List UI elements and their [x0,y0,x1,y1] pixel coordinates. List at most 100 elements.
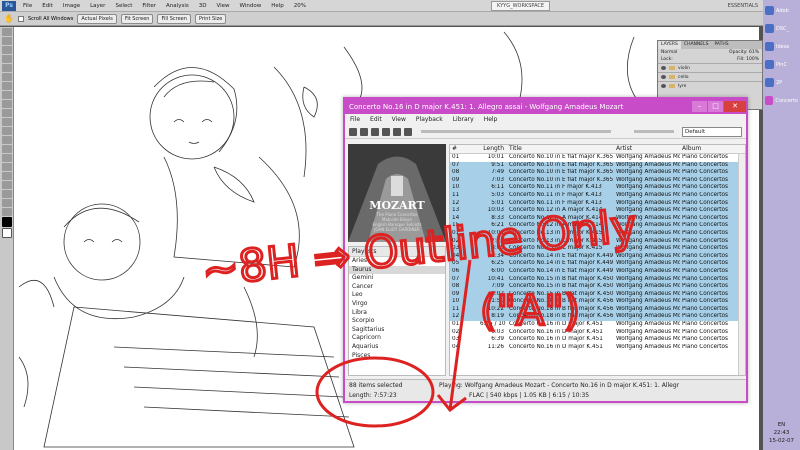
playlist-item[interactable]: Pisces [349,352,445,361]
volume-slider[interactable] [634,130,674,133]
menu-view[interactable]: View [211,3,234,9]
preset-dropdown[interactable]: Default [682,126,742,137]
brush-tool-icon[interactable] [2,91,12,99]
menu-playback[interactable]: Playback [411,116,448,123]
quick-select-tool-icon[interactable] [2,55,12,63]
pause-icon[interactable] [371,127,379,136]
play-icon[interactable] [360,127,368,136]
playlist-item[interactable]: Sagittarius [349,326,445,335]
table-row[interactable]: 03 8:09 Concerto No.13 in C major K.415 Wol… [450,245,745,253]
menu-window[interactable]: Window [235,3,267,9]
fit-screen-button[interactable]: Fit Screen [120,13,154,24]
language-indicator[interactable]: EN [763,422,800,428]
clone-stamp-tool-icon[interactable] [2,100,12,108]
playlist-item[interactable]: Leo [349,291,445,300]
maximize-button[interactable]: □ [708,101,723,112]
table-row[interactable]: 10 6:11 Concerto No.11 in F major K.413 Wol… [450,184,745,192]
history-brush-tool-icon[interactable] [2,109,12,117]
actual-pixels-button[interactable]: Actual Pixels [77,13,117,24]
table-row[interactable]: 02 6:03 Concerto No.16 in D major K.451 Wol… [450,329,745,337]
shape-tool-icon[interactable] [2,181,12,189]
table-row[interactable]: 12 8:19 Concerto No.18 in B flat major K.4… [450,313,745,322]
playlist-item[interactable]: Libra [349,309,445,318]
eraser-tool-icon[interactable] [2,118,12,126]
table-row[interactable]: 14 8:33 Concerto No.12 in A major K.414 Wol… [450,214,745,223]
menu-edit[interactable]: Edit [37,3,58,9]
next-icon[interactable] [393,127,401,136]
column-artist[interactable]: Artist [614,145,680,153]
menu-select[interactable]: Select [110,3,137,9]
scroll-all-checkbox[interactable] [17,15,24,22]
opacity-value[interactable]: 61% [749,50,759,55]
menu-help[interactable]: Help [266,3,289,9]
pen-tool-icon[interactable] [2,154,12,162]
table-row[interactable]: 01 10:01 Concerto No.13 in C major K.415 Wo… [450,229,745,238]
table-row[interactable]: 06 6:00 Concerto No.14 in E flat major K.4… [450,267,745,276]
table-row[interactable]: 13 10:03 Concerto No.12 in A major K.414 Wo… [450,207,745,215]
table-row[interactable]: 03 6:39 Concerto No.16 in D major K.451 Wol… [450,336,745,344]
playlist-item[interactable]: Capricorn [349,334,445,343]
minimize-button[interactable]: – [692,101,707,112]
fill-value[interactable]: 100% [746,57,759,62]
menu-edit[interactable]: Edit [365,116,387,123]
column-title[interactable]: Title [506,145,614,153]
playlist-item[interactable]: Cancer [349,283,445,292]
tab-channels[interactable]: CHANNELS [681,41,712,49]
menu-file[interactable]: File [345,116,365,123]
fill-screen-button[interactable]: Fill Screen [157,13,191,24]
column-album[interactable]: Album [680,145,740,153]
blend-mode-select[interactable]: Normal [661,50,677,55]
table-row[interactable]: 01 10:01 Concerto No.10 in E flat major K.… [450,154,745,162]
workspace-essentials[interactable]: ESSENTIALS [723,2,763,10]
table-row[interactable]: 11 10:22 Concerto No.18 in B flat major K.… [450,305,745,314]
table-row[interactable]: 04 11:26 Concerto No.16 in D major K.451 Wo… [450,344,745,352]
marquee-tool-icon[interactable] [2,37,12,45]
table-row[interactable]: 09 7:03 Concerto No.10 in E flat major K.3… [450,176,745,185]
taskbar-item[interactable]: PinC [765,57,798,72]
workspace-button[interactable]: KYYG_WORKSPACE [490,0,551,11]
taskbar-item[interactable]: Ideas [765,39,798,54]
photoshop-logo-icon[interactable]: Ps [2,0,16,11]
3d-tool-icon[interactable] [2,190,12,198]
column-number[interactable]: # [450,145,480,153]
column-length[interactable]: Length [480,145,506,153]
playlist-item[interactable]: Virgo [349,300,445,309]
visibility-eye-icon[interactable] [661,66,666,70]
clock-date[interactable]: 15-02-07 [763,438,800,444]
layer-item[interactable]: cello [658,72,762,81]
random-icon[interactable] [404,127,412,136]
layer-item[interactable]: violin [658,63,762,72]
table-row[interactable]: 08 7:49 Concerto No.10 in E flat major K.3… [450,169,745,177]
layer-item[interactable]: lyre [658,81,762,90]
type-tool-icon[interactable] [2,163,12,171]
background-color-swatch[interactable] [2,228,12,238]
zoom-level[interactable]: 20% [289,3,311,9]
menu-library[interactable]: Library [448,116,479,123]
playlist-item[interactable]: Aquarius [349,343,445,352]
gradient-tool-icon[interactable] [2,127,12,135]
table-row[interactable]: 09 8:02 Concerto No.15 in B flat major K.4… [450,290,745,299]
print-size-button[interactable]: Print Size [194,13,227,24]
table-row[interactable]: 01 6:15 / 10:35Concerto No.16 in D major … [450,321,745,329]
healing-tool-icon[interactable] [2,82,12,90]
taskbar-item[interactable]: DSC_ [765,21,798,36]
player-titlebar[interactable]: Concerto No.16 in D major K.451: 1. Alle… [345,99,746,114]
close-button[interactable]: ✕ [724,101,746,112]
taskbar-item[interactable]: Adob [765,3,798,18]
dodge-tool-icon[interactable] [2,145,12,153]
clock-time[interactable]: 22:43 [763,430,800,436]
track-list-scrollbar[interactable] [738,154,745,375]
lasso-tool-icon[interactable] [2,46,12,54]
menu-layer[interactable]: Layer [85,3,110,9]
table-row[interactable]: 11 5:03 Concerto No.11 in F major K.413 Wol… [450,191,745,200]
foreground-color-swatch[interactable] [2,217,12,227]
previous-icon[interactable] [382,127,390,136]
menu-filter[interactable]: Filter [137,3,161,9]
path-select-tool-icon[interactable] [2,172,12,180]
table-row[interactable]: 12 5:01 Concerto No.11 in F major K.413 Wol… [450,199,745,208]
table-row[interactable]: 15 6:21 Concerto No.12 in A major K.414 Wol… [450,222,745,230]
blur-tool-icon[interactable] [2,136,12,144]
menu-file[interactable]: File [18,3,37,9]
taskbar-item[interactable]: Concerto [765,93,798,108]
visibility-eye-icon[interactable] [661,75,666,79]
